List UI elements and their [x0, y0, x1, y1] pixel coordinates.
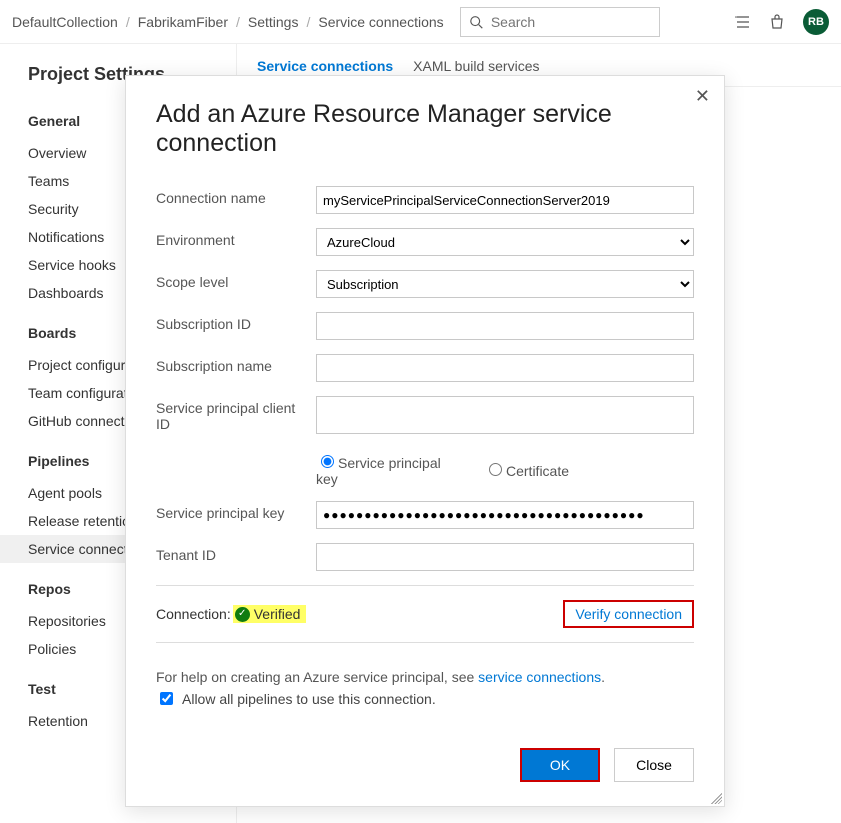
- add-connection-dialog: ✕ Add an Azure Resource Manager service …: [125, 75, 725, 807]
- top-bar: DefaultCollection / FabrikamFiber / Sett…: [0, 0, 841, 44]
- tenant-id-input[interactable]: [316, 543, 694, 571]
- label-sp-client-id: Service principal client ID: [156, 396, 306, 432]
- ok-button[interactable]: OK: [520, 748, 600, 782]
- breadcrumb-sep: /: [126, 14, 130, 30]
- verify-connection-link[interactable]: Verify connection: [563, 600, 694, 628]
- radio-certificate[interactable]: Certificate: [484, 456, 634, 479]
- breadcrumb-item[interactable]: DefaultCollection: [12, 14, 118, 30]
- verified-badge: ✓ Verified: [233, 605, 307, 623]
- sp-client-id-input[interactable]: [316, 396, 694, 434]
- allow-all-row: Allow all pipelines to use this connecti…: [156, 689, 694, 708]
- label-subscription-id: Subscription ID: [156, 312, 306, 332]
- label-environment: Environment: [156, 228, 306, 248]
- shopping-bag-icon[interactable]: [769, 14, 785, 30]
- breadcrumb-item[interactable]: Settings: [248, 14, 299, 30]
- search-icon: [469, 14, 483, 30]
- environment-select[interactable]: AzureCloud: [316, 228, 694, 256]
- search-input[interactable]: [489, 13, 651, 31]
- search-box[interactable]: [460, 7, 660, 37]
- sp-key-input[interactable]: [316, 501, 694, 529]
- list-icon[interactable]: [735, 14, 751, 30]
- label-connection-name: Connection name: [156, 186, 306, 206]
- check-icon: ✓: [235, 607, 250, 622]
- resize-grip[interactable]: [708, 790, 722, 804]
- subscription-id-input[interactable]: [316, 312, 694, 340]
- breadcrumb-item[interactable]: Service connections: [318, 14, 443, 30]
- label-scope-level: Scope level: [156, 270, 306, 290]
- close-icon[interactable]: ✕: [695, 86, 710, 107]
- subscription-name-input[interactable]: [316, 354, 694, 382]
- scope-level-select[interactable]: Subscription: [316, 270, 694, 298]
- connection-status-label: Connection:: [156, 606, 231, 622]
- connection-name-input[interactable]: [316, 186, 694, 214]
- label-sp-key: Service principal key: [156, 501, 306, 521]
- breadcrumb-sep: /: [306, 14, 310, 30]
- avatar[interactable]: RB: [803, 9, 829, 35]
- allow-all-checkbox[interactable]: [160, 692, 173, 705]
- label-tenant-id: Tenant ID: [156, 543, 306, 563]
- label-subscription-name: Subscription name: [156, 354, 306, 374]
- breadcrumb: DefaultCollection / FabrikamFiber / Sett…: [12, 14, 444, 30]
- verify-row: Connection: ✓ Verified Verify connection: [156, 596, 694, 632]
- topbar-icons: RB: [735, 9, 829, 35]
- help-link[interactable]: service connections: [478, 669, 601, 685]
- dialog-title: Add an Azure Resource Manager service co…: [156, 100, 694, 158]
- auth-method-radios: Service principal key Certificate: [316, 448, 694, 487]
- breadcrumb-sep: /: [236, 14, 240, 30]
- close-button[interactable]: Close: [614, 748, 694, 782]
- help-text: For help on creating an Azure service pr…: [156, 669, 694, 685]
- breadcrumb-item[interactable]: FabrikamFiber: [138, 14, 228, 30]
- allow-all-label: Allow all pipelines to use this connecti…: [182, 691, 436, 707]
- radio-sp-key[interactable]: Service principal key: [316, 448, 466, 487]
